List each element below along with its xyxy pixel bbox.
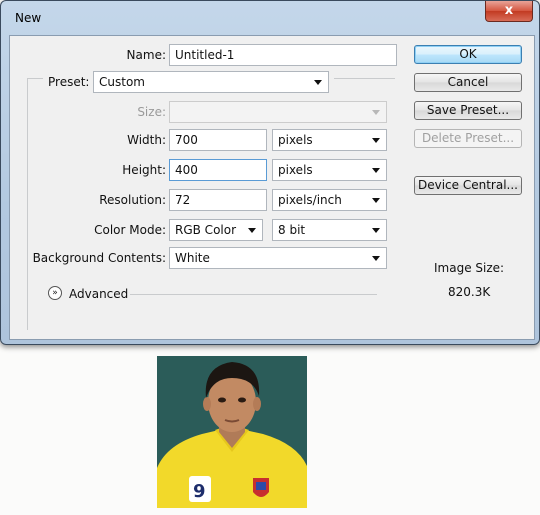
resolution-input[interactable]: 72 xyxy=(169,189,267,211)
close-button[interactable]: x xyxy=(485,1,533,22)
width-label: Width: xyxy=(127,133,166,147)
portrait-photo: 9 xyxy=(157,356,307,508)
cancel-button[interactable]: Cancel xyxy=(414,73,522,92)
image-size-value: 820.3K xyxy=(448,285,491,299)
width-input[interactable]: 700 xyxy=(169,129,267,151)
name-label: Name: xyxy=(126,48,166,62)
dialog-title: New xyxy=(15,11,42,25)
height-label: Height: xyxy=(122,163,166,177)
size-label: Size: xyxy=(137,105,166,119)
resolution-unit-select[interactable]: pixels/inch xyxy=(272,189,387,211)
width-unit-select[interactable]: pixels xyxy=(272,129,387,151)
background-contents-label: Background Contents: xyxy=(32,251,166,265)
advanced-label[interactable]: Advanced xyxy=(69,287,128,301)
ok-button[interactable]: OK xyxy=(414,45,522,64)
delete-preset-button: Delete Preset... xyxy=(414,129,522,148)
color-mode-label: Color Mode: xyxy=(94,223,166,237)
preset-value: Custom xyxy=(99,75,145,89)
preset-group-border-top-left xyxy=(27,78,43,79)
device-central-button[interactable]: Device Central... xyxy=(414,176,522,195)
chevron-down-icon xyxy=(372,256,380,261)
chevron-down-icon xyxy=(372,228,380,233)
height-input[interactable]: 400 xyxy=(169,159,267,181)
height-unit-value: pixels xyxy=(278,163,313,177)
height-unit-select[interactable]: pixels xyxy=(272,159,387,181)
chevron-down-icon xyxy=(314,80,322,85)
new-document-dialog: New x Name: Untitled-1 Preset: Custom Si… xyxy=(0,0,540,345)
advanced-divider xyxy=(130,294,377,295)
chevron-double-down-icon[interactable]: » xyxy=(48,286,62,300)
save-preset-button[interactable]: Save Preset... xyxy=(414,101,522,120)
color-mode-value: RGB Color xyxy=(175,223,237,237)
image-size-label: Image Size: xyxy=(434,261,505,275)
chevron-down-icon xyxy=(248,228,256,233)
width-unit-value: pixels xyxy=(278,133,313,147)
portrait-photo-drawing: 9 xyxy=(157,356,307,508)
chevron-down-icon xyxy=(372,110,380,115)
dialog-body: Name: Untitled-1 Preset: Custom Size: Wi… xyxy=(9,35,535,340)
name-input[interactable]: Untitled-1 xyxy=(169,44,397,66)
preset-group-border-left xyxy=(27,78,28,330)
close-icon: x xyxy=(504,3,514,18)
chevron-down-icon xyxy=(372,138,380,143)
background-contents-select[interactable]: White xyxy=(169,247,387,269)
resolution-unit-value: pixels/inch xyxy=(278,193,342,207)
bit-depth-select[interactable]: 8 bit xyxy=(272,219,387,241)
chevron-down-icon xyxy=(372,198,380,203)
color-mode-select[interactable]: RGB Color xyxy=(169,219,263,241)
size-select xyxy=(169,101,387,123)
preset-select[interactable]: Custom xyxy=(93,71,329,93)
chevron-down-icon xyxy=(372,168,380,173)
title-bar[interactable]: New x xyxy=(1,1,539,35)
preset-label: Preset: xyxy=(48,75,90,89)
preset-group-border-top-right xyxy=(334,78,395,79)
resolution-label: Resolution: xyxy=(99,193,166,207)
background-contents-value: White xyxy=(175,251,210,265)
svg-text:9: 9 xyxy=(193,481,206,502)
bit-depth-value: 8 bit xyxy=(278,223,306,237)
